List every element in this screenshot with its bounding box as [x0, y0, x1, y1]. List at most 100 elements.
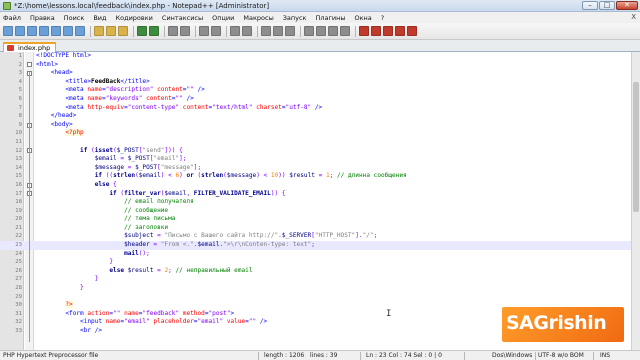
code-line[interactable]: 17 if (filter_var($email, FILTER_VALIDAT… — [0, 190, 631, 199]
code-lines[interactable]: 1 <!DOCTYPE html> 2 <html> 3 <head> 4 <title>… — [0, 52, 631, 336]
code-line[interactable]: 24 mail(); — [0, 250, 631, 259]
code-token: $email — [94, 155, 117, 163]
menu-item[interactable]: Вид — [93, 14, 106, 22]
code-line[interactable]: 11 — [0, 138, 631, 147]
code-line[interactable]: 5 <meta name="description" content="" /> — [0, 86, 631, 95]
menu-item[interactable]: Плагины — [315, 14, 345, 22]
maximize-button[interactable]: □ — [599, 1, 615, 10]
code-token: isset — [94, 146, 114, 154]
menu-item[interactable]: Макросы — [243, 14, 273, 22]
code-token: "" — [186, 86, 194, 94]
sync-v-icon[interactable] — [230, 26, 240, 36]
zoom-out-icon[interactable] — [211, 26, 221, 36]
tab-index-php[interactable]: index.php — [3, 42, 57, 52]
code-line[interactable]: 1 <!DOCTYPE html> — [0, 52, 631, 61]
open-icon[interactable] — [15, 26, 25, 36]
folder-icon[interactable] — [340, 26, 350, 36]
code-token: "" — [175, 94, 183, 102]
code-text: <head> — [36, 69, 73, 78]
play-multi-icon[interactable] — [395, 26, 405, 36]
code-token: /> — [256, 318, 268, 326]
code-line[interactable]: 25 } — [0, 258, 631, 267]
new-icon[interactable] — [3, 26, 13, 36]
replace-icon[interactable] — [180, 26, 190, 36]
code-token: method — [182, 309, 205, 317]
wrap-icon[interactable] — [261, 26, 271, 36]
code-line[interactable]: 7 <meta http-equiv="content-type" conten… — [0, 104, 631, 113]
code-line[interactable]: 3 <head> — [0, 69, 631, 78]
close-document-icon[interactable]: X — [631, 13, 636, 21]
code-token: (); — [138, 249, 150, 257]
doc-map-icon[interactable] — [316, 26, 326, 36]
menu-item[interactable]: Синтаксисы — [162, 14, 203, 22]
menu-item[interactable]: ? — [381, 14, 384, 22]
code-editor[interactable]: 1 <!DOCTYPE html> 2 <html> 3 <head> 4 <title>… — [0, 52, 631, 350]
sync-h-icon[interactable] — [242, 26, 252, 36]
save-macro-icon[interactable] — [407, 26, 417, 36]
play-icon[interactable] — [383, 26, 393, 36]
menu-item[interactable]: Кодировки — [116, 14, 153, 22]
menu-item[interactable]: Правка — [30, 14, 55, 22]
save-all-icon[interactable] — [39, 26, 49, 36]
code-line[interactable]: 16 else { — [0, 181, 631, 190]
vertical-scrollbar[interactable] — [631, 52, 640, 350]
menu-item[interactable]: Опции — [212, 14, 234, 22]
code-line[interactable]: 6 <meta name="keywords" content="" /> — [0, 95, 631, 104]
code-token: } — [80, 284, 84, 292]
fold-toggle-icon[interactable] — [27, 62, 32, 68]
status-bar: PHP Hypertext Preprocessor file length :… — [0, 350, 640, 360]
code-line[interactable]: 29 — [0, 293, 631, 302]
stop-icon[interactable] — [371, 26, 381, 36]
record-icon[interactable] — [359, 26, 369, 36]
toolbar-separator — [300, 25, 301, 37]
menu-item[interactable]: Файл — [3, 14, 21, 22]
code-line[interactable]: 22 $subject = "Письмо с Вашего сайта htt… — [0, 232, 631, 241]
cut-icon[interactable] — [94, 26, 104, 36]
indent-guide-icon[interactable] — [285, 26, 295, 36]
close-icon[interactable] — [51, 26, 61, 36]
code-line[interactable]: 12 if (isset($_POST["send"])) { — [0, 147, 631, 156]
lang-icon[interactable] — [304, 26, 314, 36]
code-token: ) < — [256, 172, 271, 180]
menu-item[interactable]: Поиск — [64, 14, 85, 22]
menu-item[interactable]: Запуск — [283, 14, 307, 22]
zoom-in-icon[interactable] — [199, 26, 209, 36]
code-line[interactable]: 27 } — [0, 275, 631, 284]
code-line[interactable]: 28 } — [0, 284, 631, 293]
code-token: strlen — [201, 172, 224, 180]
code-token: $email — [138, 172, 161, 180]
minimize-button[interactable]: – — [582, 1, 598, 10]
copy-icon[interactable] — [106, 26, 116, 36]
code-line[interactable]: 8 </head> — [0, 112, 631, 121]
code-line[interactable]: 10 <?php — [0, 129, 631, 138]
redo-icon[interactable] — [149, 26, 159, 36]
paste-icon[interactable] — [118, 26, 128, 36]
code-line[interactable]: 4 <title>FeedBack</title> — [0, 78, 631, 87]
close-window-button[interactable]: ✕ — [616, 1, 638, 10]
save-icon[interactable] — [27, 26, 37, 36]
code-line[interactable]: 15 if ((strlen($email) < 6) or (strlen($… — [0, 172, 631, 181]
close-all-icon[interactable] — [63, 26, 73, 36]
func-list-icon[interactable] — [328, 26, 338, 36]
print-icon[interactable] — [75, 26, 85, 36]
menu-item[interactable]: Окна — [355, 14, 372, 22]
code-text: <meta http-equiv="content-type" content=… — [36, 104, 322, 113]
code-line[interactable]: 20 // тема письма — [0, 215, 631, 224]
code-line[interactable]: 9 <body> — [0, 121, 631, 130]
line-number: 1 — [18, 53, 22, 59]
scrollbar-thumb[interactable] — [633, 82, 639, 212]
undo-icon[interactable] — [137, 26, 147, 36]
code-line[interactable]: 26 else $result = 2; // неправильный ema… — [0, 267, 631, 276]
code-text: } — [36, 258, 113, 267]
code-line[interactable]: 2 <html> — [0, 61, 631, 70]
code-line[interactable]: 13 $email = $_POST["email"]; — [0, 155, 631, 164]
find-icon[interactable] — [168, 26, 178, 36]
code-line[interactable]: 19 // сообщение — [0, 207, 631, 216]
code-token: "utf-8" — [285, 103, 312, 111]
code-token: "email" — [153, 155, 180, 163]
all-chars-icon[interactable] — [273, 26, 283, 36]
code-line[interactable]: 18 // email получателя — [0, 198, 631, 207]
code-line[interactable]: 23 $header = "From <.".$email.">\r\nCont… — [0, 241, 631, 250]
